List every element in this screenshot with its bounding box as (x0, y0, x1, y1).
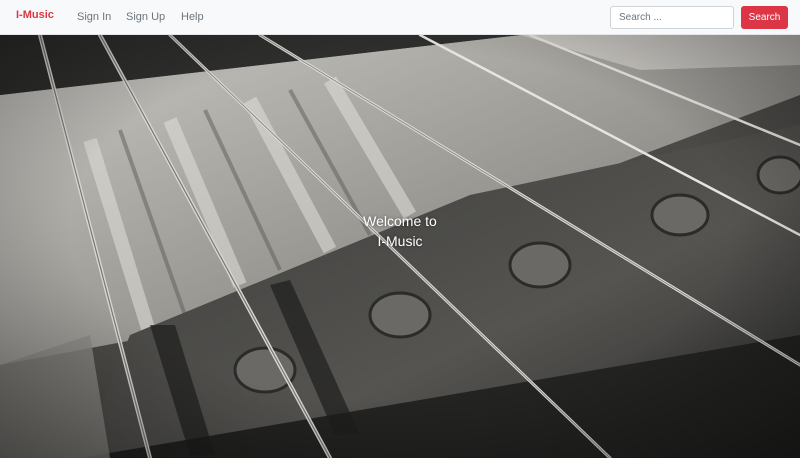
search-input[interactable] (610, 6, 734, 29)
nav-link-sign-up[interactable]: Sign Up (126, 11, 165, 23)
search-button[interactable]: Search (741, 6, 788, 29)
hero-banner: Welcome to I-Music (0, 35, 800, 458)
hero-title-line-2: I-Music (377, 233, 423, 249)
nav-link-sign-in[interactable]: Sign In (77, 11, 111, 23)
nav-link-help[interactable]: Help (181, 11, 204, 23)
page: I-Music Sign In Sign Up Help Search ... … (0, 0, 800, 458)
hero-title-line-1: Welcome to (363, 213, 437, 229)
navbar: I-Music Sign In Sign Up Help Search (0, 0, 800, 35)
brand-logo-link[interactable]: I-Music (16, 9, 54, 21)
hero-title: Welcome to I-Music (300, 211, 500, 251)
